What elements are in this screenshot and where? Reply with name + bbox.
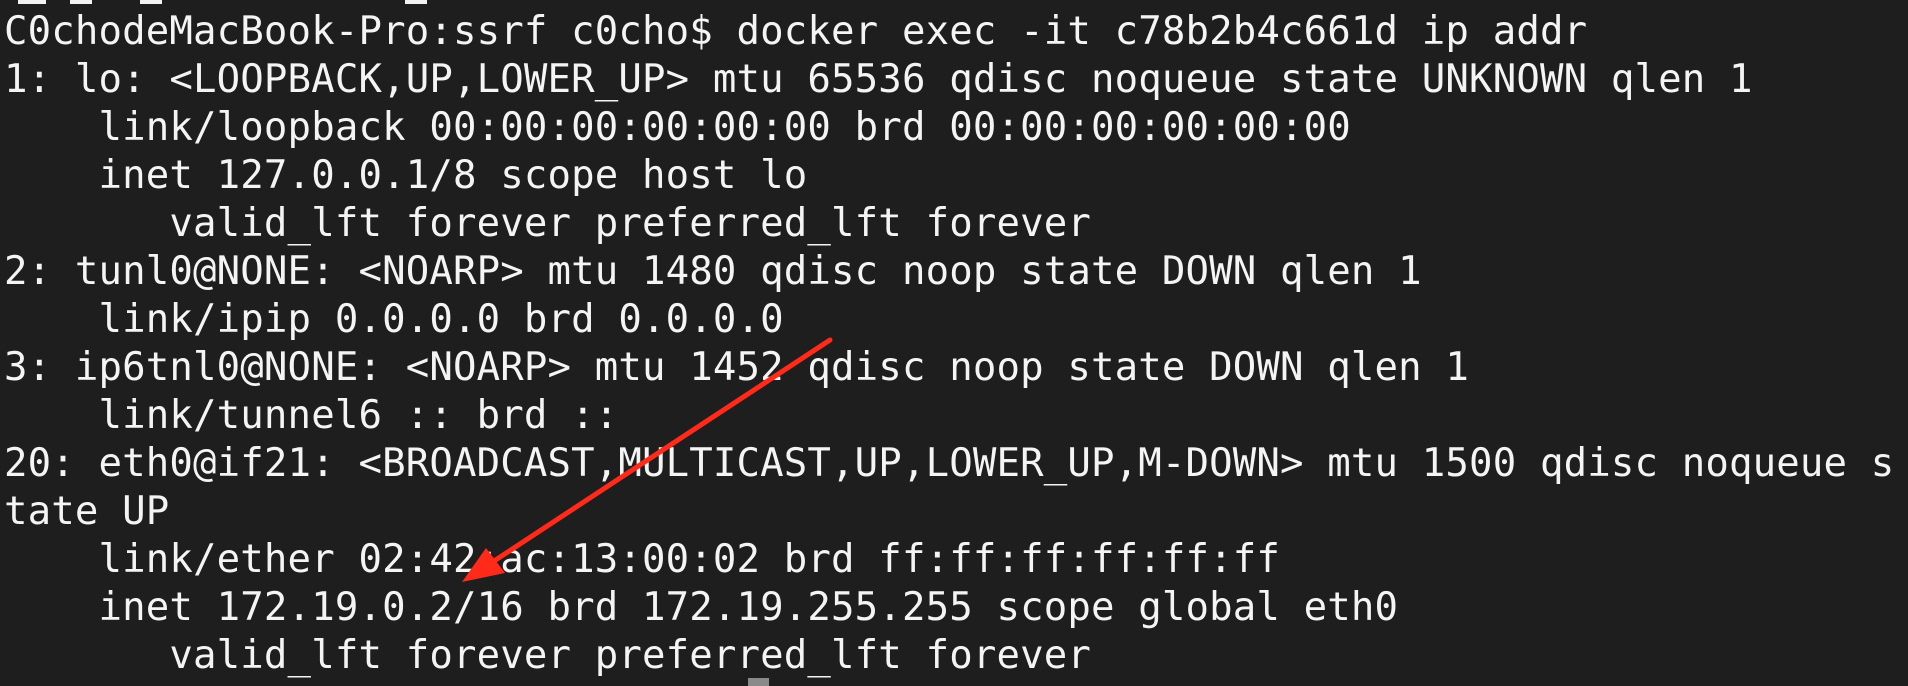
terminal-line: 20: eth0@if21: <BROADCAST,MULTICAST,UP,L… xyxy=(4,441,1895,486)
terminal-line: link/loopback 00:00:00:00:00:00 brd 00:0… xyxy=(4,105,1351,150)
terminal-line: valid_lft forever preferred_lft forever xyxy=(4,633,1091,678)
terminal-line: valid_lft forever preferred_lft forever xyxy=(4,201,1091,246)
terminal-line: link/ether 02:42:ac:13:00:02 brd ff:ff:f… xyxy=(4,537,1281,582)
terminal-line: tate UP xyxy=(4,489,170,534)
terminal-cursor xyxy=(748,678,769,686)
terminal-window[interactable]: C0chodeMacBook-Pro:ssrf c0cho$ docker ex… xyxy=(0,0,1908,686)
terminal-line: 1: lo: <LOOPBACK,UP,LOWER_UP> mtu 65536 … xyxy=(4,57,1753,102)
terminal-line: 3: ip6tnl0@NONE: <NOARP> mtu 1452 qdisc … xyxy=(4,345,1470,390)
terminal-line: link/tunnel6 :: brd :: xyxy=(4,393,619,438)
terminal-line: inet 172.19.0.2/16 brd 172.19.255.255 sc… xyxy=(4,585,1399,630)
terminal-line-prompt: C0chodeMacBook-Pro:ssrf c0cho$ docker ex… xyxy=(4,9,1588,54)
terminal-line: 2: tunl0@NONE: <NOARP> mtu 1480 qdisc no… xyxy=(4,249,1422,294)
terminal-line: link/ipip 0.0.0.0 brd 0.0.0.0 xyxy=(4,297,784,342)
previous-line-remnant xyxy=(0,0,1908,6)
terminal-output: C0chodeMacBook-Pro:ssrf c0cho$ docker ex… xyxy=(4,8,1908,680)
terminal-line: inet 127.0.0.1/8 scope host lo xyxy=(4,153,808,198)
